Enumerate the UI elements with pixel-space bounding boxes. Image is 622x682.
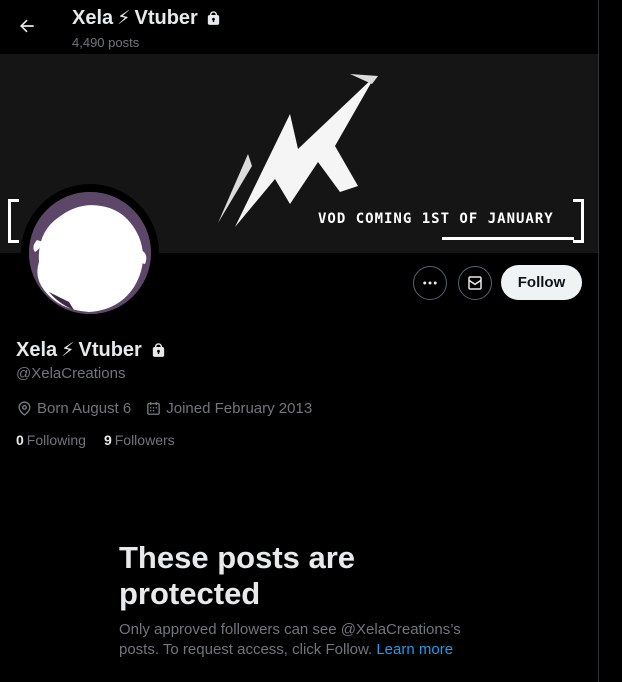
top-bar: Xela ⚡ Vtuber 4,490 posts xyxy=(0,0,598,54)
bolt-emoji: ⚡ xyxy=(117,8,131,29)
lock-icon xyxy=(207,11,220,25)
posts-count: 4,490 posts xyxy=(72,35,140,50)
profile-stats: 0 Following 9 Followers xyxy=(16,432,193,448)
header-title-part1: Xela xyxy=(72,7,114,29)
profile-name-part1: Xela xyxy=(16,339,58,361)
message-button[interactable] xyxy=(458,266,492,300)
following-link[interactable]: 0 Following xyxy=(16,432,86,448)
back-arrow-icon xyxy=(20,19,34,33)
profile-handle: @XelaCreations xyxy=(16,365,126,382)
back-button[interactable] xyxy=(14,13,40,39)
followers-label: Followers xyxy=(114,432,175,448)
right-pane xyxy=(599,0,622,682)
bolt-emoji: ⚡ xyxy=(61,340,75,361)
profile-name: Xela ⚡ Vtuber xyxy=(16,339,167,362)
profile-name-part2: Vtuber xyxy=(78,339,142,361)
header-title-part2: Vtuber xyxy=(134,7,198,29)
calendar-icon xyxy=(147,402,161,415)
profile-actions: Follow xyxy=(0,265,598,301)
more-icon xyxy=(423,281,437,285)
avatar[interactable] xyxy=(21,184,159,322)
banner-underline xyxy=(442,237,574,240)
joined-text: Joined February 2013 xyxy=(166,400,313,417)
message-icon xyxy=(468,276,482,290)
learn-more-link[interactable]: Learn more xyxy=(376,641,453,658)
born-info: Born August 6 xyxy=(16,400,131,417)
banner-bracket-left xyxy=(8,199,19,243)
born-text: Born August 6 xyxy=(37,400,132,417)
protected-description: Only approved followers can see @XelaCre… xyxy=(119,620,489,660)
joined-info: Joined February 2013 xyxy=(145,400,312,417)
followers-count: 9 xyxy=(103,432,112,448)
profile-meta: Born August 6 Joined February 2013 xyxy=(16,400,326,417)
header-title: Xela ⚡ Vtuber xyxy=(72,7,222,30)
banner-bracket-right xyxy=(573,199,584,243)
more-button[interactable] xyxy=(413,266,447,300)
profile-column: Xela ⚡ Vtuber 4,490 posts VOD COMING 1ST O… xyxy=(0,0,598,682)
location-icon xyxy=(18,401,31,416)
banner-tagline: VOD COMING 1ST OF JANUARY xyxy=(318,211,554,227)
lock-icon xyxy=(152,343,165,357)
protected-title: These posts are protected xyxy=(119,540,356,611)
following-count: 0 xyxy=(16,432,24,448)
following-label: Following xyxy=(26,432,86,448)
followers-link[interactable]: 9 Followers xyxy=(104,432,175,448)
follow-button[interactable]: Follow xyxy=(501,265,582,300)
